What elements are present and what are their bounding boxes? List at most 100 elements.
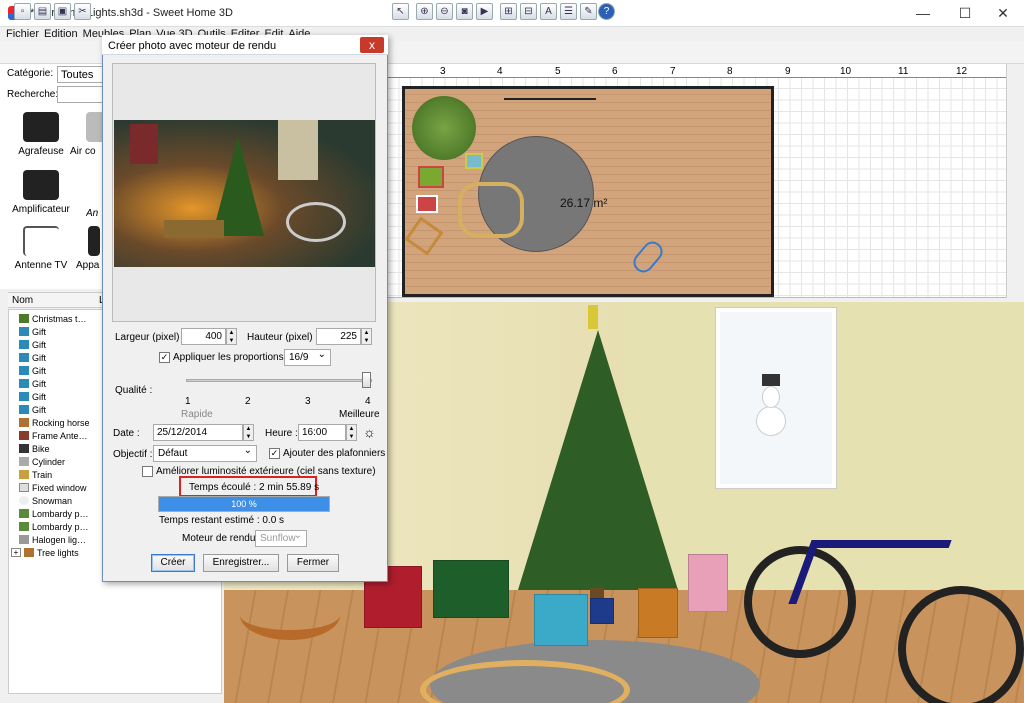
date-input[interactable]: 25/12/2014 [153, 424, 243, 441]
gift-2d[interactable] [465, 153, 483, 169]
modify-furniture-icon[interactable]: ⊟ [520, 3, 537, 20]
quality-tick-3: 3 [305, 396, 311, 407]
close-dialog-button[interactable]: Fermer [287, 554, 339, 572]
bike-frame-3d[interactable] [788, 540, 952, 604]
time-label: Heure : [265, 428, 298, 439]
list-item[interactable]: Train [19, 468, 52, 481]
gift-3d[interactable] [688, 554, 728, 612]
help-icon[interactable]: ? [598, 3, 615, 20]
list-item[interactable]: Gift [19, 325, 46, 338]
list-item[interactable]: Gift [19, 364, 46, 377]
list-item[interactable]: Rocking horse [19, 416, 90, 429]
dialog-close-button[interactable]: x [360, 37, 384, 53]
list-item[interactable]: Gift [19, 390, 46, 403]
zoom-out-icon[interactable]: ⊖ [436, 3, 453, 20]
plan-scrollbar[interactable] [1006, 64, 1018, 298]
zoom-in-icon[interactable]: ⊕ [416, 3, 433, 20]
frame-icon [19, 431, 29, 440]
list-item[interactable]: Lombardy p… [19, 507, 89, 520]
rocking-horse-3d[interactable] [240, 590, 340, 640]
gift-3d[interactable] [433, 560, 509, 618]
maximize-button[interactable]: ☐ [950, 0, 980, 26]
menu-edition[interactable]: Edition [44, 27, 78, 41]
create-video-icon[interactable]: ▶ [476, 3, 493, 20]
gift-3d[interactable] [534, 594, 588, 646]
new-file-icon[interactable]: ▫ [14, 3, 31, 20]
tree-icon [19, 314, 29, 323]
list-item[interactable]: Fixed window [19, 481, 87, 494]
outdoor-brightness-checkbox[interactable] [142, 466, 153, 477]
gift-3d[interactable] [590, 598, 614, 624]
list-item[interactable]: Halogen lig… [19, 533, 86, 546]
sun-icon[interactable]: ☼ [363, 424, 376, 440]
list-item[interactable]: Bike [19, 442, 50, 455]
catalog-item-antenne-tv[interactable]: Antenne TV [6, 226, 76, 271]
train-track-2d[interactable] [458, 182, 524, 238]
open-file-icon[interactable]: ▤ [34, 3, 51, 20]
list-item[interactable]: Gift [19, 377, 46, 390]
save-icon[interactable]: ▣ [54, 3, 71, 20]
preferences-icon[interactable]: ☰ [560, 3, 577, 20]
list-item[interactable]: + Tree lights [11, 546, 79, 559]
christmas-tree-2d[interactable] [412, 96, 476, 160]
room-area-label: 26.17 m² [560, 196, 608, 210]
import-furniture-icon[interactable]: ⊞ [500, 3, 517, 20]
tools-icon[interactable]: ✎ [580, 3, 597, 20]
christmas-tree-3d[interactable] [518, 330, 678, 590]
menu-fichier[interactable]: Fichier [6, 27, 39, 41]
category-label: Catégorie: [7, 68, 54, 79]
list-item[interactable]: Lombardy p… [19, 520, 89, 533]
ruler-tick: 10 [840, 66, 852, 77]
quality-slider-track[interactable] [186, 379, 372, 382]
list-item[interactable]: Snowman [19, 494, 72, 507]
text-style-icon[interactable]: A [540, 3, 557, 20]
gift-2d[interactable] [418, 166, 444, 188]
gift-3d[interactable] [638, 588, 678, 638]
gift-2d[interactable] [416, 195, 438, 213]
ruler-tick: 12 [956, 66, 968, 77]
lens-select[interactable]: Défaut [153, 445, 257, 462]
cut-icon[interactable]: ✂ [74, 3, 91, 20]
close-window-button[interactable]: ✕ [988, 0, 1018, 26]
create-button[interactable]: Créer [151, 554, 195, 572]
list-item[interactable]: Gift [19, 403, 46, 416]
frame-in-photo [130, 124, 158, 164]
create-dimensions-icon[interactable]: ↖ [392, 3, 409, 20]
ceiling-lights-checkbox[interactable]: ✓ [269, 448, 280, 459]
create-photo-icon[interactable]: ◙ [456, 3, 473, 20]
list-item[interactable]: Gift [19, 338, 46, 351]
catalog-item-air-co[interactable]: Air co [70, 112, 104, 157]
catalog-item-amplificateur[interactable]: Amplificateur [6, 170, 76, 215]
list-item[interactable]: Cylinder [19, 455, 65, 468]
proportions-checkbox[interactable]: ✓ [159, 352, 170, 363]
save-button[interactable]: Enregistrer... [203, 554, 279, 572]
catalog-item-label: Antenne TV [14, 260, 68, 271]
catalog-item-label: Appa [76, 260, 100, 271]
column-name[interactable]: Nom [12, 295, 33, 306]
quality-best-label: Meilleure [339, 409, 380, 420]
minimize-button[interactable]: — [908, 0, 938, 26]
width-spinner[interactable]: ▲ ▼ [226, 328, 237, 345]
width-input[interactable]: 400 [181, 328, 226, 345]
rendered-photo [114, 120, 375, 267]
expand-icon[interactable]: + [11, 548, 21, 557]
search-label: Recherche: [7, 89, 59, 100]
antenna-icon [23, 226, 59, 256]
engine-select[interactable]: Sunflow [255, 530, 307, 547]
bike-2d[interactable] [504, 98, 596, 106]
time-input[interactable]: 16:00 [298, 424, 346, 441]
train-icon [19, 470, 29, 479]
list-item[interactable]: Gift [19, 351, 46, 364]
list-item[interactable]: Frame Ante… [19, 429, 88, 442]
date-spinner[interactable]: ▲ ▼ [243, 424, 254, 441]
time-spinner[interactable]: ▲ ▼ [346, 424, 357, 441]
catalog-item-appa[interactable]: Appa [76, 226, 104, 271]
list-item[interactable]: Christmas t… [19, 312, 87, 325]
quality-slider-thumb[interactable] [362, 372, 371, 388]
catalog-item-agrafeuse[interactable]: Agrafeuse [6, 112, 76, 157]
proportions-select[interactable]: 16/9 [284, 349, 331, 366]
quality-fast-label: Rapide [181, 409, 213, 420]
height-input[interactable]: 225 [316, 328, 361, 345]
height-spinner[interactable]: ▲ ▼ [361, 328, 372, 345]
window-3d[interactable] [716, 308, 836, 488]
